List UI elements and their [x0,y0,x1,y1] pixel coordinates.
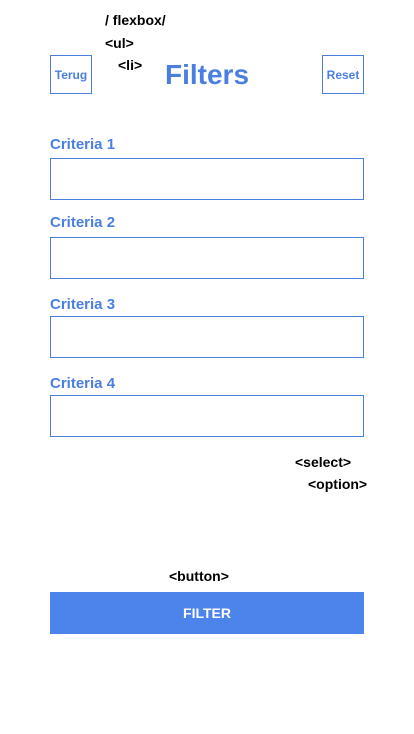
criteria-2-select[interactable] [50,237,364,279]
filter-button[interactable]: FILTER [50,592,364,634]
criteria-1-select[interactable] [50,158,364,200]
criteria-3-label: Criteria 3 [50,296,116,313]
annotation-ul: <ul> [105,35,134,51]
annotation-flexbox: / flexbox/ [105,12,166,28]
criteria-4-select[interactable] [50,395,364,437]
criteria-4-label: Criteria 4 [50,375,116,392]
criteria-1-label: Criteria 1 [50,136,116,153]
annotation-option: <option> [308,476,368,492]
reset-button[interactable]: Reset [322,55,364,94]
criteria-2-label: Criteria 2 [50,214,116,231]
annotation-button: <button> [169,568,229,584]
criteria-3-select[interactable] [50,316,364,358]
annotation-select: <select> [295,454,352,470]
